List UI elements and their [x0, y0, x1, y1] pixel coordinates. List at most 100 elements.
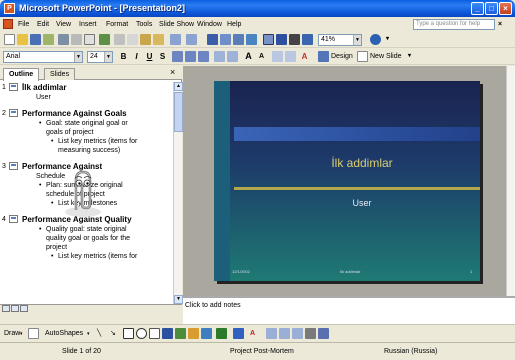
draw-menu-button[interactable]: Draw	[4, 329, 20, 339]
outline-bullet[interactable]: project	[22, 243, 173, 252]
increase-font-button[interactable]: A	[243, 51, 254, 62]
new-slide-button[interactable]: New Slide	[370, 52, 402, 62]
slide[interactable]: İlk addimlar User 12/1/2002 İlk addimlar…	[214, 81, 480, 281]
cut-icon[interactable]	[114, 34, 125, 45]
diagram-icon[interactable]	[175, 328, 186, 339]
scroll-thumb[interactable]	[174, 92, 183, 132]
outline-slide-subtitle[interactable]: User	[22, 93, 173, 102]
normal-view-icon[interactable]	[2, 305, 10, 312]
zoom-select[interactable]: 41% ▼	[318, 34, 362, 46]
new-slide-icon[interactable]	[357, 51, 368, 62]
expand-all-icon[interactable]	[263, 34, 274, 45]
menu-view[interactable]: View	[54, 18, 73, 31]
scroll-down-icon[interactable]: ▼	[174, 295, 183, 304]
chart-icon[interactable]	[207, 34, 218, 45]
outline-bullet[interactable]: quality goal or goals for the	[22, 234, 173, 243]
open-icon[interactable]	[17, 34, 28, 45]
new-icon[interactable]	[4, 34, 15, 45]
oval-icon[interactable]	[136, 328, 147, 339]
arrow-icon[interactable]: ↘	[110, 329, 116, 339]
close-button[interactable]: ×	[499, 2, 512, 15]
slide-show-icon[interactable]	[20, 305, 28, 312]
line-icon[interactable]: ╲	[97, 329, 101, 339]
increase-indent-icon[interactable]	[285, 51, 296, 62]
slide-scrollbar[interactable]	[506, 66, 515, 296]
outline-slide-title[interactable]: Performance Against Goals	[22, 108, 173, 119]
print-icon[interactable]	[71, 34, 82, 45]
shadow-style-icon[interactable]	[305, 328, 316, 339]
tables-borders-icon[interactable]	[233, 34, 244, 45]
outline-bullet[interactable]: Goal: state original goal or	[22, 119, 173, 128]
menu-tools[interactable]: Tools	[134, 18, 154, 31]
permission-icon[interactable]	[43, 34, 54, 45]
slide-icon[interactable]	[9, 162, 18, 170]
outline-bullet[interactable]: List key metrics (items for	[22, 252, 173, 261]
print-preview-icon[interactable]	[84, 34, 95, 45]
table-icon[interactable]	[220, 34, 231, 45]
paste-icon[interactable]	[140, 34, 151, 45]
wordart-icon[interactable]	[162, 328, 173, 339]
menu-insert[interactable]: Insert	[77, 18, 99, 31]
slide-icon[interactable]	[9, 109, 18, 117]
slide-sorter-icon[interactable]	[11, 305, 19, 312]
scroll-up-icon[interactable]: ▲	[174, 82, 183, 91]
clip-art-icon[interactable]	[188, 328, 199, 339]
menu-help[interactable]: Help	[225, 18, 243, 31]
formatting-icon[interactable]	[276, 34, 287, 45]
notes-pane[interactable]: Click to add notes	[183, 296, 515, 324]
email-icon[interactable]	[58, 34, 69, 45]
rectangle-icon[interactable]	[123, 328, 134, 339]
slide-icon[interactable]	[9, 83, 18, 91]
save-icon[interactable]	[30, 34, 41, 45]
outline-bullet[interactable]: goals of project	[22, 128, 173, 137]
outline-slide[interactable]: 1 İlk addimlar User	[0, 82, 173, 102]
format-painter-icon[interactable]	[153, 34, 164, 45]
font-size-select[interactable]: 24 ▼	[87, 51, 113, 63]
align-left-icon[interactable]	[172, 51, 183, 62]
menu-format[interactable]: Format	[104, 18, 130, 31]
outline-slide[interactable]: 2 Performance Against GoalsGoal: state or…	[0, 108, 173, 155]
tab-outline[interactable]: Outline	[3, 68, 40, 81]
help-search-input[interactable]: Type a question for help	[413, 19, 495, 30]
panel-close-icon[interactable]: ×	[170, 67, 175, 78]
outline-scrollbar[interactable]: ▲ ▼	[173, 82, 183, 304]
dash-style-icon[interactable]	[279, 328, 290, 339]
text-box-icon[interactable]	[149, 328, 160, 339]
menu-edit[interactable]: Edit	[35, 18, 51, 31]
outline-slide[interactable]: 4Performance Against QualityQuality goal…	[0, 214, 173, 261]
menu-window[interactable]: Window	[195, 18, 224, 31]
shadow-button[interactable]: S	[157, 51, 168, 62]
decrease-indent-icon[interactable]	[272, 51, 283, 62]
numbering-icon[interactable]	[214, 51, 225, 62]
decrease-font-button[interactable]: A	[256, 51, 267, 62]
help-icon[interactable]	[370, 34, 381, 45]
italic-button[interactable]: I	[131, 51, 142, 62]
toolbar-options-icon[interactable]: ▾	[382, 34, 393, 45]
underline-button[interactable]: U	[144, 51, 155, 62]
line-style-icon[interactable]	[266, 328, 277, 339]
doc-close-icon[interactable]: ×	[498, 20, 502, 29]
select-objects-icon[interactable]	[28, 328, 39, 339]
copy-icon[interactable]	[127, 34, 138, 45]
font-select[interactable]: Arial ▼	[3, 51, 83, 63]
document-icon[interactable]	[3, 19, 13, 29]
picture-icon[interactable]	[201, 328, 212, 339]
slide-subtitle[interactable]: User	[244, 198, 480, 208]
undo-icon[interactable]	[170, 34, 181, 45]
design-icon[interactable]	[318, 51, 329, 62]
slide-icon[interactable]	[9, 215, 18, 223]
align-right-icon[interactable]	[198, 51, 209, 62]
menu-file[interactable]: File	[16, 18, 31, 31]
bold-button[interactable]: B	[118, 51, 129, 62]
menu-slide-show[interactable]: Slide Show	[157, 18, 196, 31]
office-assistant-clippy-icon[interactable]	[62, 166, 104, 218]
toolbar-options-icon[interactable]: ▾	[404, 51, 415, 62]
outline-slide-title[interactable]: İlk addimlar	[22, 82, 173, 93]
hyperlink-icon[interactable]	[246, 34, 257, 45]
autoshapes-button[interactable]: AutoShapes	[45, 329, 83, 339]
grayscale-icon[interactable]	[289, 34, 300, 45]
font-color-button[interactable]: A	[299, 51, 310, 62]
3d-style-icon[interactable]	[318, 328, 329, 339]
slide-title[interactable]: İlk addimlar	[244, 156, 480, 170]
minimize-button[interactable]: _	[471, 2, 484, 15]
